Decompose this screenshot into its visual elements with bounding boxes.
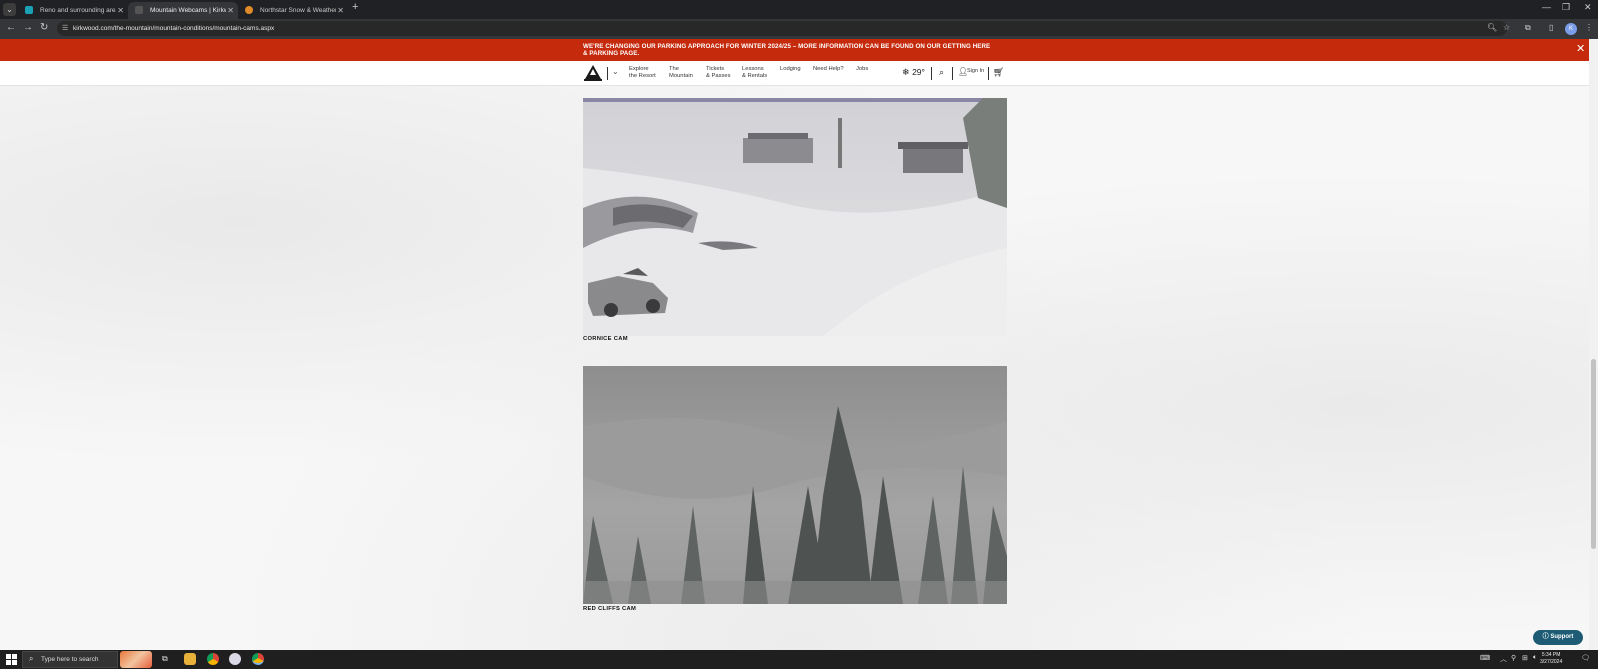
snowflake-icon: ❄: [902, 67, 910, 77]
tab-search-button[interactable]: ⌄: [3, 3, 16, 16]
weather-widget[interactable]: ❄ 29°: [902, 67, 925, 78]
forward-icon[interactable]: →: [23, 22, 33, 33]
chevron-down-icon[interactable]: ⌄: [612, 67, 619, 76]
tab-title: Mountain Webcams | Kirkwood: [150, 7, 226, 14]
tab-close-icon[interactable]: ✕: [337, 2, 344, 19]
tab-title: Reno and surrounding areas Cl: [40, 7, 116, 14]
page-scrollbar[interactable]: [1589, 39, 1598, 650]
cornice-cam-label: CORNICE CAM: [583, 336, 628, 342]
volume-icon[interactable]: 🔈︎: [1533, 654, 1537, 662]
back-icon[interactable]: ←: [6, 22, 16, 33]
search-icon: ⌕: [29, 654, 34, 663]
system-clock[interactable]: 5:34 PM 3/27/2024: [1540, 652, 1562, 666]
scrollbar-thumb[interactable]: [1591, 359, 1596, 549]
browser-tab-strip: ⌄ Reno and surrounding areas Cl ✕ Mounta…: [0, 0, 1598, 19]
nav-label: Lodging: [780, 66, 801, 72]
nav-label: & Rentals: [742, 72, 768, 79]
minimize-icon[interactable]: —: [1542, 2, 1551, 12]
nav-the-mountain[interactable]: The Mountain: [669, 66, 693, 79]
clock-date: 3/27/2024: [1540, 659, 1563, 665]
divider: [952, 67, 953, 80]
nav-label: Jobs: [856, 66, 869, 72]
nav-label: & Passes: [706, 72, 731, 79]
cornice-cam-image[interactable]: [583, 98, 1007, 336]
web-page: WE'RE CHANGING OUR PARKING APPROACH FOR …: [0, 39, 1598, 650]
site-header: ⌄ Explore the Resort The Mountain Ticket…: [0, 61, 1589, 86]
extensions-icon[interactable]: ⧉: [1525, 23, 1531, 33]
chrome-icon[interactable]: [207, 653, 219, 665]
location-icon[interactable]: ⚲: [1511, 654, 1516, 662]
divider: [931, 67, 932, 80]
cart-icon[interactable]: 🛒︎: [993, 67, 1004, 78]
restore-icon[interactable]: ❐: [1562, 2, 1570, 13]
tab-favicon-icon: [25, 6, 33, 14]
chevron-up-icon[interactable]: ︿: [1500, 654, 1507, 664]
tab-favicon-icon: [135, 6, 143, 14]
side-panel-icon[interactable]: ▯: [1549, 23, 1553, 32]
tab-favicon-icon: [245, 6, 253, 14]
nav-label: Mountain: [669, 72, 693, 79]
search-icon[interactable]: ⌕: [939, 67, 944, 78]
divider: [988, 67, 989, 80]
nav-label: Lessons: [742, 66, 764, 72]
task-view-icon[interactable]: ⧉: [162, 654, 168, 664]
sign-in-link[interactable]: Sign In: [967, 68, 984, 74]
tab-kirkwood-webcams[interactable]: Mountain Webcams | Kirkwood ✕: [128, 2, 238, 19]
support-button[interactable]: ⓘ Support: [1533, 630, 1583, 645]
zoom-icon[interactable]: 🔍︎: [1487, 23, 1497, 32]
banner-close-icon[interactable]: ✕: [1576, 43, 1585, 55]
file-explorer-icon[interactable]: [184, 653, 196, 665]
nav-lessons-rentals[interactable]: Lessons & Rentals: [742, 66, 767, 79]
nav-label: Need Help?: [813, 66, 844, 72]
keyboard-icon[interactable]: ⌨: [1480, 654, 1490, 662]
nav-label: the Resort: [629, 72, 656, 79]
help-icon: ⓘ: [1542, 634, 1549, 640]
taskbar-search[interactable]: ⌕ Type here to search: [22, 651, 118, 668]
tab-close-icon[interactable]: ✕: [117, 2, 124, 19]
tab-close-icon[interactable]: ✕: [227, 2, 234, 19]
url-text[interactable]: kirkwood.com/the-mountain/mountain-condi…: [73, 21, 274, 36]
notifications-icon[interactable]: 🗨︎: [1581, 654, 1590, 662]
nav-lodging[interactable]: Lodging: [780, 66, 801, 73]
window-close-icon[interactable]: ✕: [1584, 2, 1592, 13]
site-info-icon[interactable]: ☰: [62, 24, 68, 32]
nav-jobs[interactable]: Jobs: [856, 66, 868, 73]
app-icon[interactable]: [229, 653, 241, 665]
windows-taskbar: ⌕ Type here to search ⧉ ⌨ ︿ ⚲ ⊞ 🔈︎ 5:34 …: [0, 650, 1598, 669]
browser-menu-icon[interactable]: ⋮: [1585, 23, 1593, 32]
nav-explore[interactable]: Explore the Resort: [629, 66, 656, 79]
network-icon[interactable]: ⊞: [1522, 654, 1528, 662]
search-placeholder: Type here to search: [41, 656, 99, 663]
address-bar[interactable]: ☰ kirkwood.com/the-mountain/mountain-con…: [57, 21, 1507, 36]
reload-icon[interactable]: ↻: [40, 22, 48, 33]
support-label: Support: [1550, 634, 1574, 640]
divider: [607, 67, 608, 80]
banner-text[interactable]: WE'RE CHANGING OUR PARKING APPROACH FOR …: [583, 43, 993, 57]
tab-northstar[interactable]: Northstar Snow & Weather Re ✕: [238, 2, 348, 19]
tab-reno[interactable]: Reno and surrounding areas Cl ✕: [18, 2, 128, 19]
red-cliffs-cam-image[interactable]: [583, 366, 1007, 604]
temperature: 29°: [912, 67, 925, 77]
windows-start-icon[interactable]: [6, 654, 17, 665]
tab-title: Northstar Snow & Weather Re: [260, 7, 336, 14]
new-tab-button[interactable]: +: [352, 1, 358, 13]
chrome-active-icon[interactable]: [252, 653, 264, 665]
red-cliffs-cam-label: RED CLIFFS CAM: [583, 606, 637, 612]
kirkwood-logo[interactable]: [583, 64, 603, 82]
browser-toolbar: ← → ↻ ☰ kirkwood.com/the-mountain/mounta…: [0, 19, 1598, 39]
alert-banner: WE'RE CHANGING OUR PARKING APPROACH FOR …: [0, 39, 1589, 61]
bookmark-star-icon[interactable]: ☆: [1503, 23, 1510, 32]
weather-widget-icon[interactable]: [120, 651, 152, 668]
profile-avatar[interactable]: K: [1565, 23, 1577, 35]
nav-need-help[interactable]: Need Help?: [813, 66, 844, 73]
nav-tickets-passes[interactable]: Tickets & Passes: [706, 66, 731, 79]
clock-time: 5:34 PM: [1541, 652, 1561, 658]
